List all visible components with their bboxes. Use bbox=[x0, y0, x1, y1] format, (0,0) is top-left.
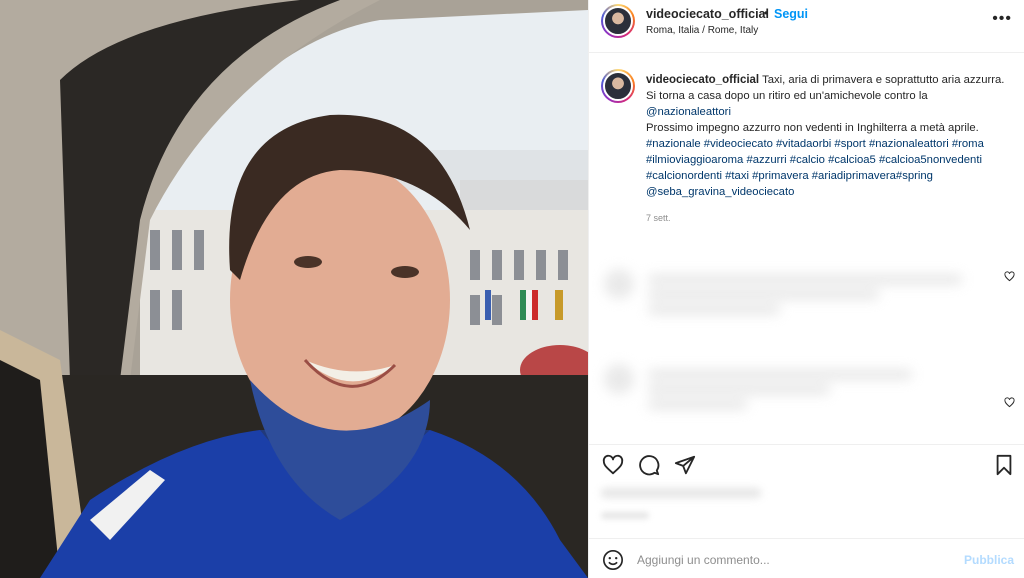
caption-mention-1[interactable]: @nazionaleattori bbox=[646, 104, 1011, 120]
post-side-panel: videociecato_official • Segui Roma, Ital… bbox=[588, 0, 1024, 578]
caption-line-1: Taxi, aria di primavera e soprattutto ar… bbox=[762, 74, 1005, 86]
post-location[interactable]: Roma, Italia / Rome, Italy bbox=[646, 25, 758, 36]
comment-like-heart-icon[interactable] bbox=[1004, 271, 1015, 282]
post-actions bbox=[589, 444, 1024, 484]
comments-list[interactable]: videociecato_official Taxi, aria di prim… bbox=[589, 54, 1024, 444]
publish-button[interactable]: Pubblica bbox=[964, 553, 1014, 567]
caption-line-2: Si torna a casa dopo un ritiro ed un'ami… bbox=[646, 90, 928, 102]
comment-like-heart-icon[interactable] bbox=[1004, 397, 1015, 408]
post-username[interactable]: videociecato_official bbox=[646, 7, 769, 21]
blurred-comment bbox=[604, 269, 1004, 320]
post-caption: videociecato_official Taxi, aria di prim… bbox=[601, 69, 1011, 223]
likes-count-blurred bbox=[601, 488, 761, 498]
blurred-comment bbox=[604, 364, 1004, 415]
post-date-blurred bbox=[601, 512, 649, 519]
caption-mention-2[interactable]: @seba_gravina_videociecato bbox=[646, 186, 794, 198]
smiley-icon[interactable] bbox=[602, 549, 624, 571]
caption-username[interactable]: videociecato_official bbox=[646, 74, 759, 86]
caption-line-3: Prossimo impegno azzurro non vedenti in … bbox=[646, 122, 979, 134]
caption-avatar[interactable] bbox=[601, 69, 635, 103]
comment-input[interactable] bbox=[637, 548, 947, 572]
caption-timestamp: 7 sett. bbox=[646, 213, 671, 223]
post-header: videociecato_official • Segui Roma, Ital… bbox=[589, 0, 1024, 53]
caption-text: videociecato_official Taxi, aria di prim… bbox=[646, 69, 1011, 200]
avatar[interactable] bbox=[601, 4, 635, 38]
add-comment-bar: Pubblica bbox=[589, 538, 1024, 578]
follow-button[interactable]: Segui bbox=[774, 7, 808, 21]
selfie-image bbox=[0, 0, 588, 578]
post-photo[interactable] bbox=[0, 0, 588, 578]
bookmark-icon[interactable] bbox=[993, 454, 1015, 476]
more-options-icon[interactable]: ••• bbox=[992, 10, 1012, 28]
heart-icon[interactable] bbox=[602, 454, 624, 476]
paper-plane-icon[interactable] bbox=[674, 454, 696, 476]
caption-hashtags[interactable]: #nazionale #videociecato #vitadaorbi #sp… bbox=[646, 138, 984, 182]
comment-icon[interactable] bbox=[638, 454, 660, 476]
separator-dot: • bbox=[764, 6, 769, 20]
